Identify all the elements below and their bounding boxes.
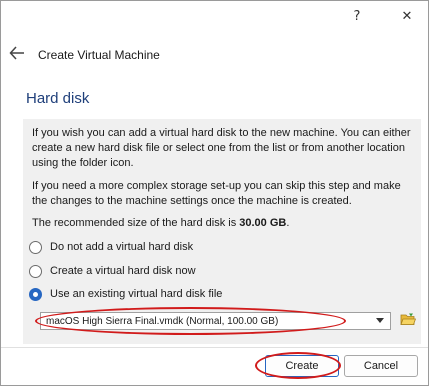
create-button[interactable]: Create [265,355,339,377]
arrow-left-icon[interactable] [9,46,25,60]
content-panel: If you wish you can add a virtual hard d… [23,119,421,344]
option-no-disk[interactable]: Do not add a virtual hard disk [29,239,193,255]
recommended-size-prefix: The recommended size of the hard disk is [32,217,240,229]
option-create-disk[interactable]: Create a virtual hard disk now [29,263,196,279]
close-button[interactable]: ✕ [397,7,417,25]
chevron-down-icon[interactable] [376,318,384,323]
footer-divider [1,347,428,348]
radio-no-disk[interactable] [29,240,42,254]
wizard-title: Create Virtual Machine [38,48,160,62]
disk-file-select[interactable]: macOS High Sierra Final.vmdk (Normal, 10… [40,312,391,330]
recommended-size-value: 30.00 GB [239,217,287,229]
create-vm-dialog: ? ✕ Create Virtual Machine Hard disk If … [0,0,429,386]
storage-hint-paragraph: If you need a more complex storage set-u… [32,180,401,207]
radio-existing-disk[interactable] [29,287,42,301]
wizard-header: Create Virtual Machine [1,41,428,69]
option-create-disk-label: Create a virtual hard disk now [50,265,196,277]
description-paragraph: If you wish you can add a virtual hard d… [32,127,411,169]
page-title: Hard disk [26,90,90,107]
folder-open-icon [400,313,416,325]
cancel-button[interactable]: Cancel [344,355,418,377]
disk-file-value: macOS High Sierra Final.vmdk (Normal, 10… [46,315,279,327]
option-existing-disk-label: Use an existing virtual hard disk file [50,288,223,300]
help-button[interactable]: ? [347,7,367,25]
radio-create-disk[interactable] [29,264,42,278]
choose-disk-button[interactable] [399,310,417,328]
option-no-disk-label: Do not add a virtual hard disk [50,241,194,253]
option-existing-disk[interactable]: Use an existing virtual hard disk file [29,286,222,302]
recommended-size-suffix: . [286,217,290,229]
title-bar: ? ✕ [1,1,428,31]
recommended-size-text: The recommended size of the hard disk is… [32,216,417,231]
